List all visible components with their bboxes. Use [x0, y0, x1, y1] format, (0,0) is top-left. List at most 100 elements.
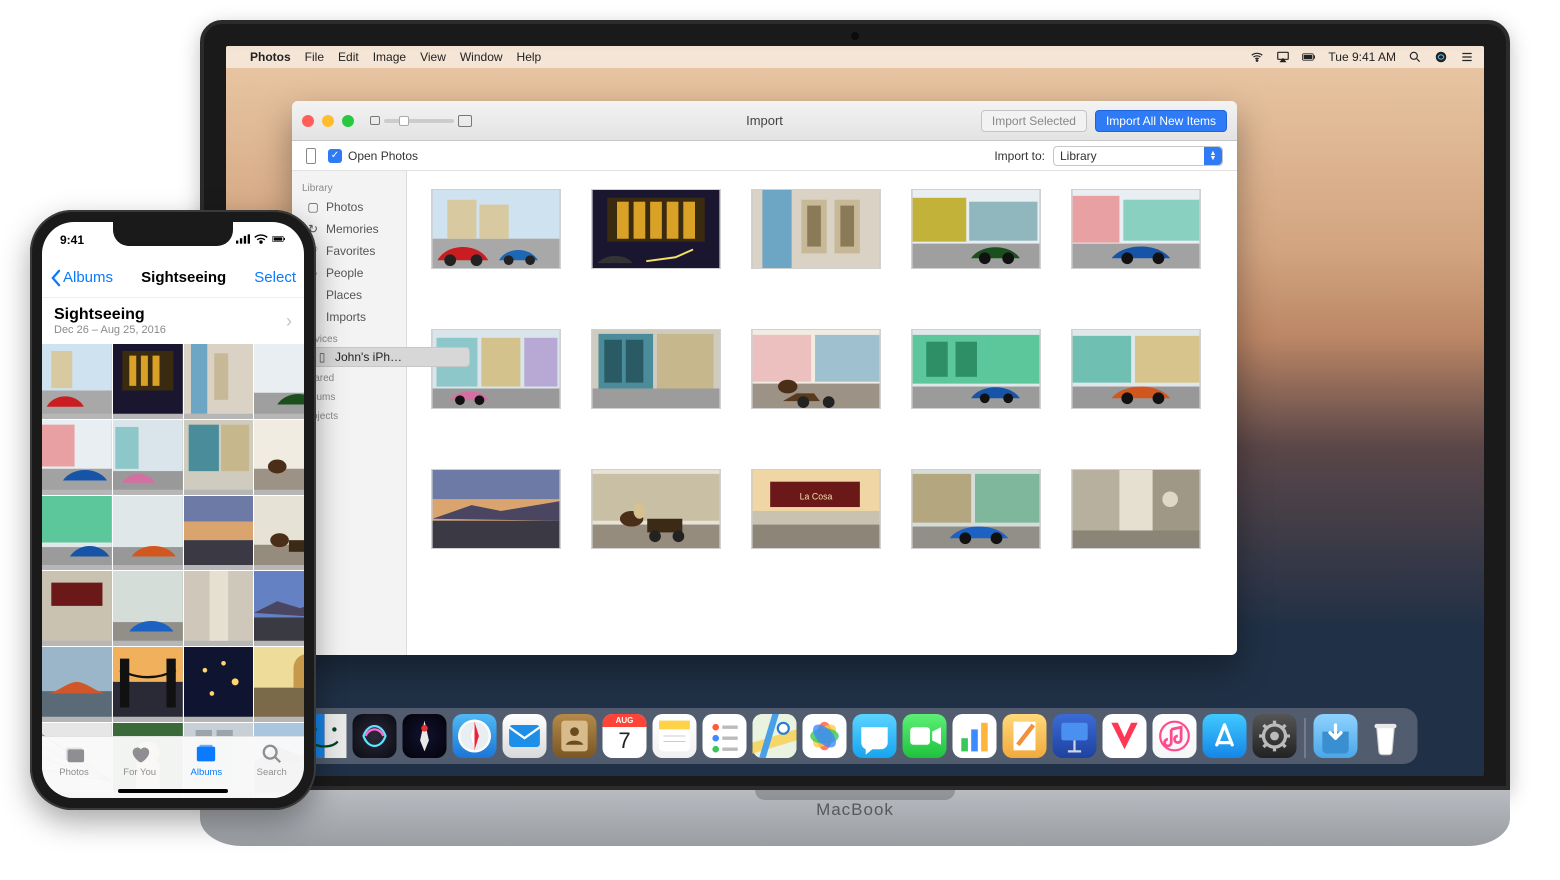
import-thumbnail[interactable] — [751, 329, 881, 409]
dock-settings-icon[interactable] — [1253, 714, 1297, 758]
tab-search[interactable]: Search — [257, 743, 287, 778]
dock-pages-icon[interactable] — [1003, 714, 1047, 758]
tab-albums[interactable]: Albums — [191, 743, 223, 778]
battery-icon[interactable] — [1302, 50, 1316, 64]
dock-reminders-icon[interactable] — [703, 714, 747, 758]
import-thumbnail[interactable] — [431, 189, 561, 269]
photo-thumbnail[interactable] — [184, 420, 254, 495]
tab-label: Search — [257, 767, 287, 778]
dock-launchpad-icon[interactable] — [403, 714, 447, 758]
photo-thumbnail[interactable] — [42, 496, 112, 571]
import-thumbnail[interactable] — [591, 329, 721, 409]
photo-thumbnail[interactable] — [184, 496, 254, 571]
import-thumbnail[interactable] — [751, 189, 881, 269]
photos-tab-icon — [63, 743, 85, 765]
dock-music-icon[interactable] — [1153, 714, 1197, 758]
menu-window[interactable]: Window — [460, 50, 503, 64]
tab-label: For You — [123, 767, 156, 778]
airplay-icon[interactable] — [1276, 50, 1290, 64]
dock-numbers-icon[interactable] — [953, 714, 997, 758]
dock: AUG 7 — [293, 708, 1418, 764]
photo-thumbnail[interactable] — [113, 571, 183, 646]
photo-thumbnail[interactable] — [113, 496, 183, 571]
laptop-screen: Photos File Edit Image View Window Help … — [226, 46, 1484, 776]
photo-thumbnail[interactable] — [42, 647, 112, 722]
photo-thumbnail[interactable] — [254, 420, 304, 495]
notification-center-icon[interactable] — [1460, 50, 1474, 64]
laptop-bezel: Photos File Edit Image View Window Help … — [200, 20, 1510, 790]
photo-thumbnail[interactable] — [42, 420, 112, 495]
photo-thumbnail[interactable] — [113, 647, 183, 722]
dock-news-icon[interactable] — [1103, 714, 1147, 758]
import-thumbnail[interactable] — [1071, 469, 1201, 549]
zoom-button[interactable] — [342, 115, 354, 127]
iphone-screen: 9:41 Albums Sightseeing Select Sightseei… — [42, 222, 304, 798]
dock-notes-icon[interactable] — [653, 714, 697, 758]
wifi-icon[interactable] — [1250, 50, 1264, 64]
import-to-select[interactable]: Library ▲▼ — [1053, 146, 1223, 166]
import-thumbnail[interactable] — [911, 329, 1041, 409]
import-selected-button[interactable]: Import Selected — [981, 110, 1087, 132]
iphone: 9:41 Albums Sightseeing Select Sightseei… — [30, 210, 316, 810]
dock-facetime-icon[interactable] — [903, 714, 947, 758]
photo-thumbnail[interactable] — [254, 496, 304, 571]
siri-icon[interactable] — [1434, 50, 1448, 64]
import-thumbnail[interactable] — [1071, 189, 1201, 269]
photo-thumbnail[interactable] — [254, 647, 304, 722]
dock-mail-icon[interactable] — [503, 714, 547, 758]
photo-thumbnail[interactable] — [184, 571, 254, 646]
thumbnail-size-slider[interactable] — [370, 115, 472, 127]
sidebar-item-device[interactable]: ▯John's iPh… — [300, 347, 470, 367]
dock-contacts-icon[interactable] — [553, 714, 597, 758]
import-thumbnail[interactable] — [431, 469, 561, 549]
photo-thumbnail[interactable] — [42, 571, 112, 646]
import-thumbnail[interactable] — [1071, 329, 1201, 409]
select-button[interactable]: Select — [254, 269, 296, 286]
menubar-clock[interactable]: Tue 9:41 AM — [1328, 50, 1396, 64]
tab-photos[interactable]: Photos — [59, 743, 89, 778]
photo-thumbnail[interactable] — [184, 647, 254, 722]
photo-thumbnail[interactable] — [113, 344, 183, 419]
album-header[interactable]: Sightseeing Dec 26 – Aug 25, 2016 › — [42, 298, 304, 344]
dock-appstore-icon[interactable] — [1203, 714, 1247, 758]
import-all-button[interactable]: Import All New Items — [1095, 110, 1227, 132]
menu-view[interactable]: View — [420, 50, 446, 64]
dock-safari-icon[interactable] — [453, 714, 497, 758]
import-thumbnail[interactable] — [591, 189, 721, 269]
minimize-button[interactable] — [322, 115, 334, 127]
photo-thumbnail[interactable] — [113, 420, 183, 495]
dock-downloads-icon[interactable] — [1314, 714, 1358, 758]
dock-trash-icon[interactable] — [1364, 714, 1408, 758]
photo-thumbnail[interactable] — [254, 344, 304, 419]
menu-help[interactable]: Help — [517, 50, 542, 64]
import-thumbnail[interactable] — [591, 469, 721, 549]
menu-image[interactable]: Image — [373, 50, 406, 64]
menu-app[interactable]: Photos — [250, 50, 291, 64]
tab-for-you[interactable]: For You — [123, 743, 156, 778]
import-thumbnail[interactable] — [911, 469, 1041, 549]
import-thumbnail[interactable]: La Cosa — [751, 469, 881, 549]
photo-thumbnail[interactable] — [254, 571, 304, 646]
nav-bar: Albums Sightseeing Select — [42, 258, 304, 298]
open-photos-checkbox[interactable] — [328, 149, 342, 163]
import-thumbnail[interactable] — [431, 329, 561, 409]
back-button[interactable]: Albums — [50, 269, 113, 287]
dock-messages-icon[interactable] — [853, 714, 897, 758]
photo-thumbnail[interactable] — [42, 344, 112, 419]
close-button[interactable] — [302, 115, 314, 127]
dock-calendar-icon[interactable]: AUG 7 — [603, 714, 647, 758]
import-thumbnail[interactable] — [911, 189, 1041, 269]
thumb-large-icon — [458, 115, 472, 127]
home-indicator[interactable] — [118, 789, 228, 793]
photo-thumbnail[interactable] — [184, 344, 254, 419]
dock-maps-icon[interactable] — [753, 714, 797, 758]
spotlight-icon[interactable] — [1408, 50, 1422, 64]
menu-edit[interactable]: Edit — [338, 50, 359, 64]
dock-photos-icon[interactable] — [803, 714, 847, 758]
iphone-notch — [113, 222, 233, 246]
chevron-up-down-icon: ▲▼ — [1204, 147, 1222, 165]
album-subtitle: Dec 26 – Aug 25, 2016 — [54, 324, 166, 336]
dock-siri-icon[interactable] — [353, 714, 397, 758]
menu-file[interactable]: File — [305, 50, 324, 64]
dock-keynote-icon[interactable] — [1053, 714, 1097, 758]
